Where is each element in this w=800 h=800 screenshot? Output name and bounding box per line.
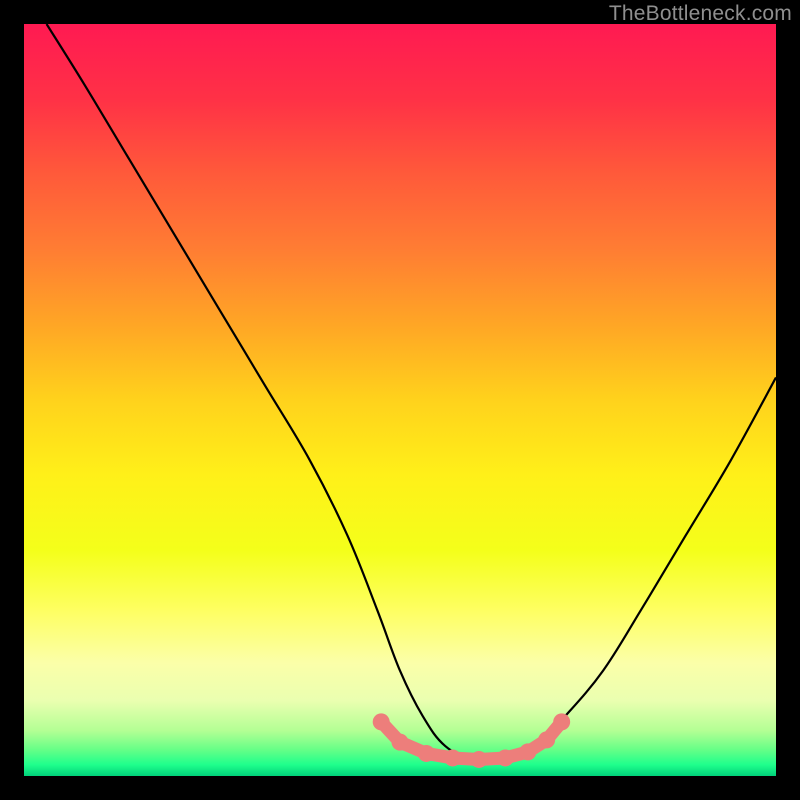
- watermark-text: TheBottleneck.com: [609, 2, 792, 26]
- marker-point: [373, 713, 390, 730]
- plot-svg: [24, 24, 776, 776]
- marker-point: [444, 749, 461, 766]
- marker-point: [418, 745, 435, 762]
- marker-point: [519, 743, 536, 760]
- marker-point: [392, 734, 409, 751]
- plot-area: [24, 24, 776, 776]
- marker-point: [553, 713, 570, 730]
- marker-point: [470, 751, 487, 768]
- gradient-background: [24, 24, 776, 776]
- marker-point: [497, 749, 514, 766]
- marker-point: [538, 731, 555, 748]
- chart-frame: TheBottleneck.com: [0, 0, 800, 800]
